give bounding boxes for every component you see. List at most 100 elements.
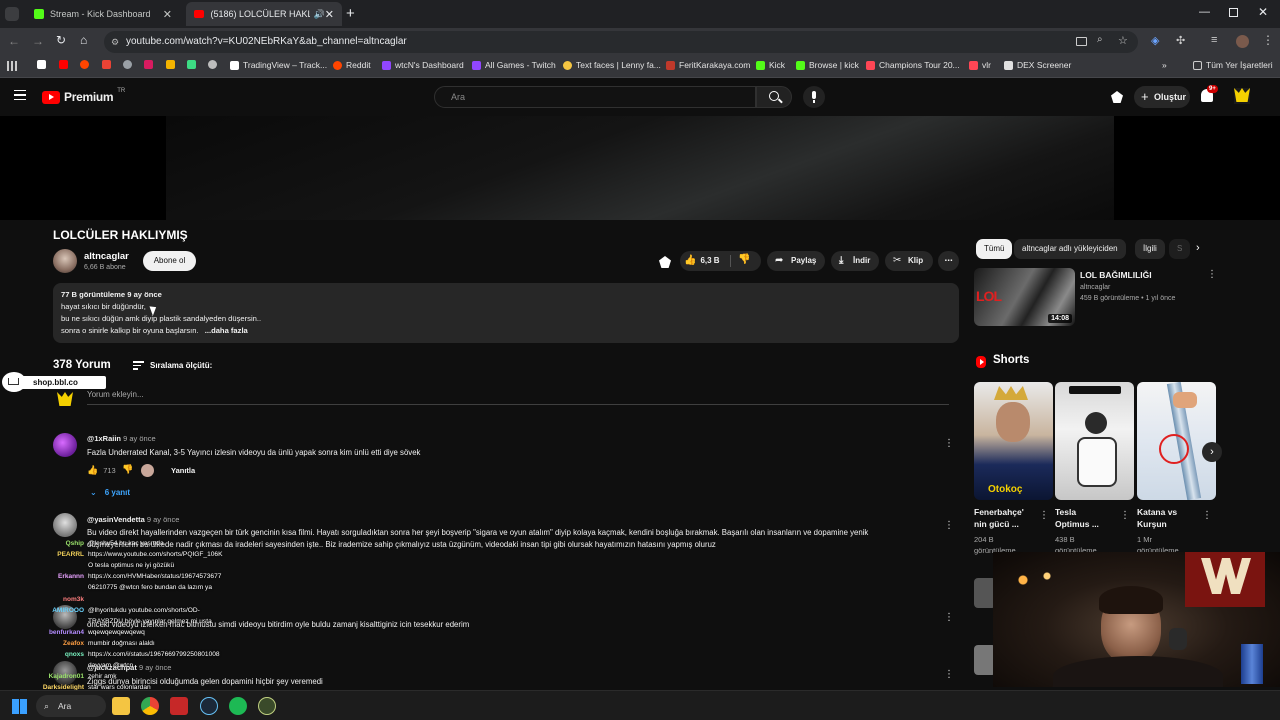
notifications-button[interactable]: 9+ xyxy=(1201,85,1218,102)
commenter-avatar[interactable] xyxy=(53,513,77,537)
short-thumbnail-fenerbahce[interactable]: Otokoç xyxy=(974,382,1053,500)
chrome-icon[interactable] xyxy=(141,697,159,715)
browser-menu-icon[interactable]: ⋮ xyxy=(1262,33,1274,47)
tab-youtube-video[interactable]: (5186) LOLCÜLER HAKLIYMI 🔊 ✕ xyxy=(186,2,342,26)
more-bookmarks-icon[interactable]: » xyxy=(1162,60,1167,70)
kick-sparkle-icon[interactable] xyxy=(659,256,671,268)
bookmark-reddit-1[interactable] xyxy=(80,60,89,69)
reply-button[interactable]: Yanıtla xyxy=(171,466,195,475)
bookmark-vlr[interactable]: vlr xyxy=(969,60,991,70)
comment-dislike-button[interactable]: 👎 xyxy=(122,464,133,475)
channel-avatar[interactable] xyxy=(53,249,77,273)
profile-avatar[interactable] xyxy=(1236,35,1249,48)
show-more-button[interactable]: ...daha fazla xyxy=(205,326,248,335)
short-menu-icon[interactable]: ⋮ xyxy=(1202,511,1212,521)
close-window-icon[interactable]: ✕ xyxy=(1258,5,1268,19)
bookmark-g[interactable] xyxy=(166,60,175,69)
close-tab-icon[interactable]: ✕ xyxy=(325,8,334,21)
short-title[interactable]: Fenerbahçe' nin gücü ... xyxy=(974,506,1024,530)
bookmark-wtcn-dashboard[interactable]: wtcN's Dashboard xyxy=(382,60,464,70)
recommended-video-channel[interactable]: altncaglar xyxy=(1080,284,1110,291)
windows-start-icon[interactable] xyxy=(12,699,27,714)
download-button[interactable]: ⤓ İndir xyxy=(831,251,879,271)
comment-like-button[interactable]: 👍 713 xyxy=(87,465,116,476)
recommended-video-title[interactable]: LOL BAĞIMLILIĞI xyxy=(1080,270,1152,280)
short-title[interactable]: Katana vs Kurşun xyxy=(1137,506,1177,530)
extensions-puzzle-icon[interactable]: ✣ xyxy=(1176,34,1185,47)
create-button[interactable]: + Oluştur xyxy=(1134,86,1190,108)
chips-next-icon[interactable]: › xyxy=(1196,242,1200,254)
reading-list-icon[interactable]: ≡ xyxy=(1211,34,1217,46)
share-button[interactable]: ➦ Paylaş xyxy=(767,251,825,271)
zoom-icon[interactable]: ⌕ xyxy=(1097,34,1103,45)
channel-name[interactable]: altncaglar xyxy=(84,251,129,262)
subscribe-button[interactable]: Abone ol xyxy=(143,251,196,271)
reload-icon[interactable]: ↻ xyxy=(56,33,66,47)
comment-menu-icon[interactable]: ⋮ xyxy=(944,670,954,680)
comment-author[interactable]: @yasinVendetta 9 ay önce xyxy=(87,515,179,524)
like-button[interactable]: 👍 6,3 B xyxy=(684,255,720,266)
short-menu-icon[interactable]: ⋮ xyxy=(1120,511,1130,521)
bookmark-browse-kick[interactable]: Browse | kick xyxy=(796,60,859,70)
new-tab-button[interactable]: + xyxy=(346,5,355,22)
more-actions-button[interactable]: ⋯ xyxy=(938,251,959,271)
comment-menu-icon[interactable]: ⋮ xyxy=(944,613,954,623)
bookmark-youtube[interactable] xyxy=(59,60,68,69)
show-replies-button[interactable]: ⌄ 6 yanıt xyxy=(90,488,130,497)
bookmark-feritkarakaya[interactable]: FeritKarakaya.com xyxy=(666,60,750,70)
video-player[interactable] xyxy=(0,116,1280,220)
sort-button[interactable]: Sıralama ölçütü: xyxy=(150,361,212,370)
bookmark-android[interactable] xyxy=(187,60,196,69)
bookmark-all-games-twitch[interactable]: All Games - Twitch xyxy=(472,60,556,70)
apps-grid-icon[interactable] xyxy=(7,61,17,71)
bookmark-text-faces[interactable]: Text faces | Lenny fa... xyxy=(563,60,661,70)
forward-icon[interactable]: → xyxy=(32,34,44,48)
bookmark-yahoo[interactable] xyxy=(144,60,153,69)
maximize-icon[interactable] xyxy=(1229,8,1238,17)
bookmark-reddit[interactable]: Reddit xyxy=(333,60,371,70)
minimize-icon[interactable]: — xyxy=(1199,6,1210,18)
youtube-logo[interactable]: Premium TR xyxy=(42,88,125,104)
back-icon[interactable]: ← xyxy=(8,34,20,48)
steam-icon[interactable] xyxy=(200,697,218,715)
chip-partial[interactable]: S xyxy=(1169,239,1191,259)
sort-icon[interactable] xyxy=(133,361,144,370)
add-comment-input[interactable]: Yorum ekleyin... xyxy=(87,390,949,405)
bookmark-star-icon[interactable]: ☆ xyxy=(1118,34,1128,47)
tab-kick-dashboard[interactable]: Stream - Kick Dashboard ✕ xyxy=(26,2,180,26)
bookmark-dex-screener[interactable]: DEX Screener xyxy=(1004,60,1071,70)
bookmark-gmail[interactable] xyxy=(102,60,111,69)
install-icon[interactable] xyxy=(1076,37,1087,46)
spotify-icon[interactable] xyxy=(229,697,247,715)
obs-app-icon[interactable] xyxy=(258,697,276,715)
video-description[interactable]: 77 B görüntüleme 9 ay önce hayat sıkıcı … xyxy=(53,283,959,343)
tab-search-button[interactable] xyxy=(5,7,19,21)
taskbar-search[interactable]: ⌕ Ara xyxy=(36,695,106,717)
comment-menu-icon[interactable]: ⋮ xyxy=(944,439,954,449)
bookmark-tradingview[interactable]: TradingView – Track... xyxy=(230,60,327,70)
home-icon[interactable]: ⌂ xyxy=(80,33,87,47)
bookmark-champions-tour[interactable]: Champions Tour 20... xyxy=(866,60,960,70)
bookmark-globe[interactable] xyxy=(123,60,132,69)
recommended-menu-icon[interactable]: ⋮ xyxy=(1207,270,1217,280)
short-thumbnail-katana[interactable] xyxy=(1137,382,1216,500)
file-explorer-icon[interactable] xyxy=(112,697,130,715)
speaker-icon[interactable]: 🔊 xyxy=(314,9,325,20)
dislike-button[interactable]: 👎 xyxy=(738,254,750,265)
search-button[interactable] xyxy=(756,86,792,108)
search-input[interactable]: Ara xyxy=(434,86,756,108)
short-title[interactable]: Tesla Optimus ... xyxy=(1055,506,1099,530)
short-thumbnail-tesla[interactable] xyxy=(1055,382,1134,500)
bookmark-x[interactable] xyxy=(37,60,46,69)
comment-menu-icon[interactable]: ⋮ xyxy=(944,521,954,531)
account-avatar[interactable] xyxy=(1234,88,1250,104)
comment-author[interactable]: @1xRaiin 9 ay önce xyxy=(87,434,156,443)
chip-related[interactable]: İlgili xyxy=(1135,239,1165,259)
close-tab-icon[interactable]: ✕ xyxy=(163,8,172,21)
shorts-next-button[interactable]: › xyxy=(1202,442,1222,462)
all-bookmarks-button[interactable]: Tüm Yer İşaretleri xyxy=(1193,60,1273,70)
bookmark-compass[interactable] xyxy=(208,60,217,69)
extension-icon[interactable]: ◈ xyxy=(1151,34,1159,47)
commenter-avatar[interactable] xyxy=(53,433,77,457)
chip-all[interactable]: Tümü xyxy=(976,239,1013,259)
